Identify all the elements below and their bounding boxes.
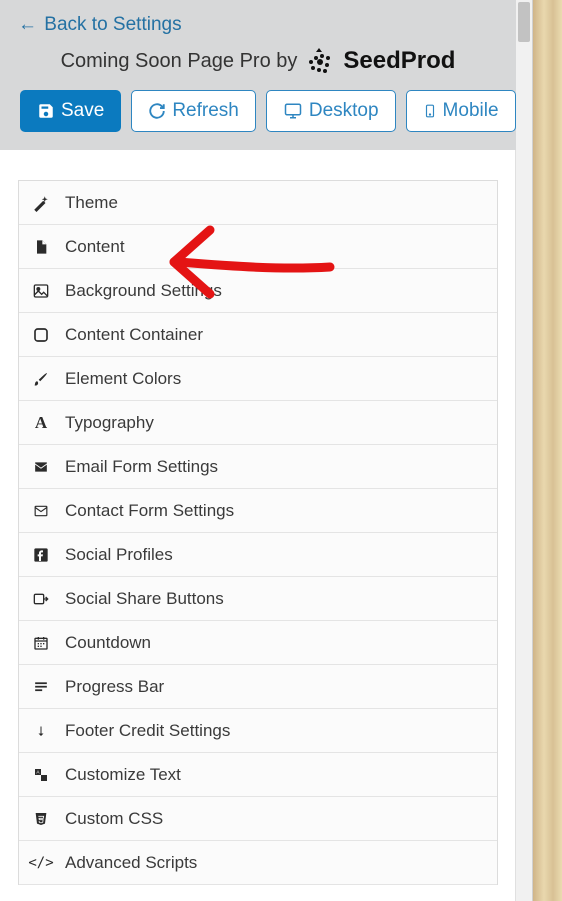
refresh-label: Refresh — [172, 100, 239, 122]
menu-item-custom-css[interactable]: Custom CSS — [19, 797, 497, 841]
settings-panel: ← Back to Settings Coming Soon Page Pro … — [0, 0, 516, 901]
brand-name: SeedProd — [343, 47, 455, 75]
css3-icon — [31, 809, 51, 829]
menu-label: Typography — [65, 413, 154, 433]
menu-label: Footer Credit Settings — [65, 721, 230, 741]
menu-item-customize-text[interactable]: A Customize Text — [19, 753, 497, 797]
menu-item-advanced-scripts[interactable]: </> Advanced Scripts — [19, 841, 497, 885]
translate-icon: A — [31, 765, 51, 785]
menu-item-social-profiles[interactable]: Social Profiles — [19, 533, 497, 577]
toolbar: Save Refresh Desktop — [14, 90, 502, 132]
menu-label: Custom CSS — [65, 809, 163, 829]
save-button[interactable]: Save — [20, 90, 121, 132]
code-icon: </> — [31, 853, 51, 873]
back-link-label: Back to Settings — [44, 14, 181, 35]
menu-item-content[interactable]: Content — [19, 225, 497, 269]
arrow-down-icon — [31, 721, 51, 741]
mobile-label: Mobile — [443, 100, 499, 122]
menu-item-contact-form[interactable]: Contact Form Settings — [19, 489, 497, 533]
menu-label: Email Form Settings — [65, 457, 218, 477]
font-icon: A — [31, 413, 51, 433]
mobile-icon — [423, 102, 437, 120]
brush-icon — [31, 369, 51, 389]
envelope-outline-icon — [31, 501, 51, 521]
scrollbar-thumb[interactable] — [518, 2, 530, 42]
menu-label: Social Share Buttons — [65, 589, 224, 609]
vertical-scrollbar[interactable] — [515, 0, 532, 901]
menu-label: Progress Bar — [65, 677, 164, 697]
menu-item-social-share[interactable]: Social Share Buttons — [19, 577, 497, 621]
menu-label: Background Settings — [65, 281, 222, 301]
square-icon — [31, 325, 51, 345]
file-icon — [31, 237, 51, 257]
menu-item-progress[interactable]: Progress Bar — [19, 665, 497, 709]
mobile-button[interactable]: Mobile — [406, 90, 516, 132]
image-icon — [31, 281, 51, 301]
preview-background-strip — [532, 0, 562, 901]
menu-label: Social Profiles — [65, 545, 173, 565]
settings-accordion: Theme Content Background Settings — [18, 180, 498, 885]
save-label: Save — [61, 100, 104, 122]
panel-header: ← Back to Settings Coming Soon Page Pro … — [0, 0, 516, 150]
refresh-icon — [148, 102, 166, 120]
envelope-solid-icon — [31, 457, 51, 477]
seedprod-logo-icon — [305, 46, 335, 76]
calendar-icon — [31, 633, 51, 653]
menu-label: Customize Text — [65, 765, 181, 785]
menu-label: Element Colors — [65, 369, 181, 389]
save-icon — [37, 102, 55, 120]
arrow-left-icon: ← — [18, 14, 37, 35]
tasks-icon — [31, 677, 51, 697]
desktop-icon — [283, 102, 303, 120]
menu-label: Countdown — [65, 633, 151, 653]
desktop-label: Desktop — [309, 100, 379, 122]
share-icon — [31, 589, 51, 609]
menu-item-theme[interactable]: Theme — [19, 181, 497, 225]
wand-icon — [31, 193, 51, 213]
brand-prefix: Coming Soon Page Pro by — [61, 50, 298, 73]
menu-item-typography[interactable]: A Typography — [19, 401, 497, 445]
menu-label: Content Container — [65, 325, 203, 345]
menu-item-email-form[interactable]: Email Form Settings — [19, 445, 497, 489]
menu-label: Theme — [65, 193, 118, 213]
refresh-button[interactable]: Refresh — [131, 90, 256, 132]
desktop-button[interactable]: Desktop — [266, 90, 396, 132]
menu-label: Content — [65, 237, 125, 257]
menu-item-container[interactable]: Content Container — [19, 313, 497, 357]
back-to-settings-link[interactable]: ← Back to Settings — [18, 14, 502, 36]
menu-label: Contact Form Settings — [65, 501, 234, 521]
facebook-icon — [31, 545, 51, 565]
menu-item-background[interactable]: Background Settings — [19, 269, 497, 313]
viewport: ← Back to Settings Coming Soon Page Pro … — [0, 0, 562, 901]
menu-label: Advanced Scripts — [65, 853, 197, 873]
menu-item-countdown[interactable]: Countdown — [19, 621, 497, 665]
brand-line: Coming Soon Page Pro by SeedProd — [14, 46, 502, 76]
menu-item-colors[interactable]: Element Colors — [19, 357, 497, 401]
menu-item-footer-credit[interactable]: Footer Credit Settings — [19, 709, 497, 753]
settings-panel-outer: ← Back to Settings Coming Soon Page Pro … — [0, 0, 533, 901]
